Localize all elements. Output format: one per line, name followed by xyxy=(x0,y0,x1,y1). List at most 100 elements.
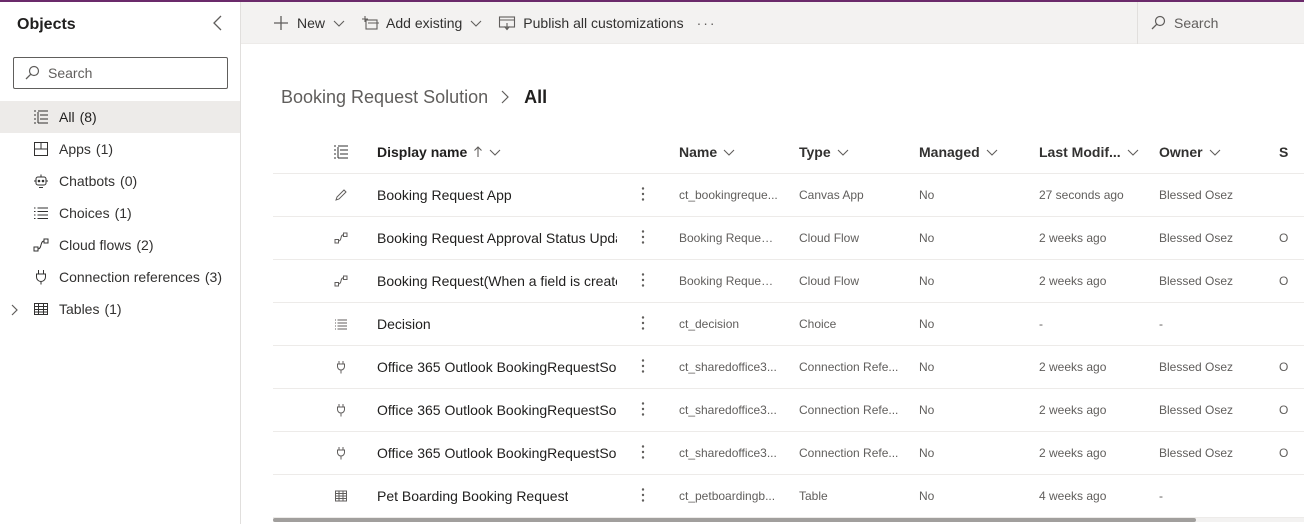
row-more-actions-button[interactable] xyxy=(633,260,653,302)
managed-cell: No xyxy=(919,231,935,245)
row-more-actions-button[interactable] xyxy=(633,174,653,216)
last-modified-cell: - xyxy=(1039,317,1043,331)
column-header-owner[interactable]: Owner xyxy=(1159,130,1269,173)
last-modified-cell: 2 weeks ago xyxy=(1039,274,1107,288)
display-name-cell[interactable]: Office 365 Outlook BookingRequestSo xyxy=(377,432,617,474)
table-row[interactable]: Booking Request App ct_bookingreque... Can… xyxy=(273,174,1304,217)
sidebar-item-cloud-flows[interactable]: Cloud flows (2) xyxy=(0,229,240,261)
owner-cell: Blessed Osez xyxy=(1159,446,1234,460)
name-value: ct_sharedoffice3... xyxy=(679,403,777,417)
type-cell: Choice xyxy=(799,303,899,345)
table-row[interactable]: Office 365 Outlook BookingRequestSo ct_sh… xyxy=(273,432,1304,475)
objects-sidebar: Objects All (8) Apps (1) Chatbots xyxy=(0,2,241,524)
sidebar-item-tables[interactable]: Tables (1) xyxy=(0,293,240,325)
row-more-actions-button[interactable] xyxy=(633,346,653,388)
table-row[interactable]: Office 365 Outlook BookingRequestSo ct_sh… xyxy=(273,389,1304,432)
row-more-actions-button[interactable] xyxy=(633,432,653,474)
table-row[interactable]: Decision ct_decision Choice No - - xyxy=(273,303,1304,346)
table-row[interactable]: Office 365 Outlook BookingRequestSo ct_sh… xyxy=(273,346,1304,389)
plus-icon xyxy=(272,14,290,32)
new-label: New xyxy=(297,14,326,31)
plug-icon xyxy=(331,432,351,474)
row-more-actions-button[interactable] xyxy=(633,475,653,517)
row-more-actions-button[interactable] xyxy=(633,389,653,431)
new-button[interactable]: New xyxy=(264,2,353,44)
column-header-display-name[interactable]: Display name xyxy=(377,130,627,173)
column-header-last-modified[interactable]: Last Modif... xyxy=(1039,130,1149,173)
select-all-icon[interactable] xyxy=(331,130,351,173)
publish-all-customizations-button[interactable]: Publish all customizations xyxy=(490,2,691,44)
column-header-status[interactable]: S xyxy=(1279,130,1304,173)
column-header-type[interactable]: Type xyxy=(799,130,899,173)
type-cell: Connection Refe... xyxy=(799,432,899,474)
table-row[interactable]: Booking Request(When a field is create Bo… xyxy=(273,260,1304,303)
more-commands-button[interactable]: ··· xyxy=(692,2,722,44)
last-modified-cell: 4 weeks ago xyxy=(1039,489,1107,503)
type-value: Choice xyxy=(799,317,837,331)
type-cell: Cloud Flow xyxy=(799,260,899,302)
chevron-right-icon[interactable] xyxy=(9,303,19,316)
sidebar-item-all[interactable]: All (8) xyxy=(0,101,240,133)
owner-cell: Blessed Osez xyxy=(1159,188,1234,202)
column-header-name[interactable]: Name xyxy=(679,130,779,173)
display-name-link[interactable]: Office 365 Outlook BookingRequestSo xyxy=(377,359,616,375)
breadcrumb-solution-link[interactable]: Booking Request Solution xyxy=(281,87,488,108)
sidebar-search-box[interactable] xyxy=(13,57,228,89)
managed-cell: No xyxy=(919,403,935,417)
sidebar-search-input[interactable] xyxy=(48,65,218,81)
more-vertical-icon xyxy=(641,358,645,377)
display-name-link[interactable]: Decision xyxy=(377,316,431,332)
managed-cell: No xyxy=(919,446,935,460)
search-icon xyxy=(1150,15,1166,31)
column-header-label: Display name xyxy=(377,143,468,160)
display-name-cell[interactable]: Booking Request App xyxy=(377,174,617,216)
display-name-cell[interactable]: Office 365 Outlook BookingRequestSo xyxy=(377,389,617,431)
sidebar-item-count: (1) xyxy=(95,141,114,157)
plug-icon xyxy=(331,389,351,431)
column-header-label: Type xyxy=(799,143,831,160)
owner-cell: Blessed Osez xyxy=(1159,403,1234,417)
display-name-link[interactable]: Booking Request Approval Status Upda xyxy=(377,230,617,246)
publish-label: Publish all customizations xyxy=(523,14,684,31)
sidebar-item-label: Apps xyxy=(59,141,91,157)
flow-icon xyxy=(331,217,351,259)
display-name-link[interactable]: Pet Boarding Booking Request xyxy=(377,488,568,504)
sidebar-item-label: Cloud flows xyxy=(59,237,132,253)
display-name-cell[interactable]: Booking Request Approval Status Upda xyxy=(377,217,617,259)
display-name-link[interactable]: Booking Request App xyxy=(377,187,512,203)
horizontal-scrollbar-thumb[interactable] xyxy=(273,518,1196,522)
table-icon xyxy=(33,301,49,317)
name-value: Booking Request... xyxy=(679,274,779,288)
display-name-link[interactable]: Office 365 Outlook BookingRequestSo xyxy=(377,445,616,461)
sidebar-item-choices[interactable]: Choices (1) xyxy=(0,197,240,229)
column-header-managed[interactable]: Managed xyxy=(919,130,1019,173)
table-row[interactable]: Pet Boarding Booking Request ct_petboardi… xyxy=(273,475,1304,518)
sidebar-item-chatbots[interactable]: Chatbots (0) xyxy=(0,165,240,197)
table-row[interactable]: Booking Request Approval Status Upda Book… xyxy=(273,217,1304,260)
type-cell: Connection Refe... xyxy=(799,346,899,388)
sidebar-item-connection-references[interactable]: Connection references (3) xyxy=(0,261,240,293)
display-name-link[interactable]: Office 365 Outlook BookingRequestSo xyxy=(377,402,616,418)
toolbar-search-box[interactable]: Search xyxy=(1137,2,1304,44)
more-vertical-icon xyxy=(641,186,645,205)
sidebar-item-apps[interactable]: Apps (1) xyxy=(0,133,240,165)
sidebar-title: Objects xyxy=(17,16,76,33)
display-name-cell[interactable]: Pet Boarding Booking Request xyxy=(377,475,617,517)
display-name-cell[interactable]: Booking Request(When a field is create xyxy=(377,260,617,302)
list-icon xyxy=(33,109,49,125)
name-cell: ct_decision xyxy=(679,303,779,345)
type-cell: Cloud Flow xyxy=(799,217,899,259)
status-cell xyxy=(1279,303,1304,345)
display-name-cell[interactable]: Office 365 Outlook BookingRequestSo xyxy=(377,346,617,388)
type-value: Cloud Flow xyxy=(799,231,860,245)
add-existing-button[interactable]: Add existing xyxy=(353,2,490,44)
collapse-sidebar-icon[interactable] xyxy=(210,14,226,32)
flow-icon xyxy=(33,237,49,253)
display-name-link[interactable]: Booking Request(When a field is create xyxy=(377,273,617,289)
status-cell: O xyxy=(1279,231,1289,245)
display-name-cell[interactable]: Decision xyxy=(377,303,617,345)
row-more-actions-button[interactable] xyxy=(633,217,653,259)
row-more-actions-button[interactable] xyxy=(633,303,653,345)
managed-cell: No xyxy=(919,274,935,288)
name-value: Booking Request... xyxy=(679,231,779,245)
